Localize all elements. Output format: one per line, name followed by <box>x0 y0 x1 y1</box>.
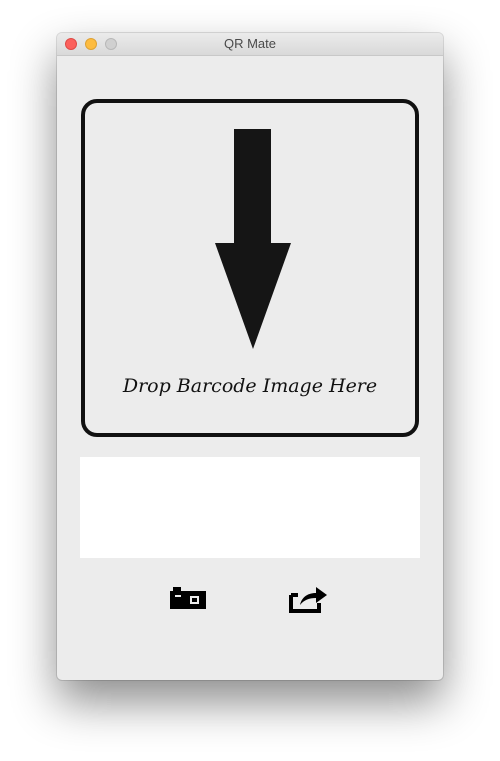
barcode-drop-zone[interactable]: Drop Barcode Image Here <box>81 99 419 437</box>
drop-label: Drop Barcode Image Here <box>122 375 378 397</box>
share-button[interactable] <box>288 583 330 615</box>
result-text-field[interactable] <box>80 457 420 558</box>
minimize-button[interactable] <box>85 38 97 50</box>
camera-icon <box>170 587 206 609</box>
camera-button[interactable] <box>167 583 209 615</box>
zoom-button[interactable] <box>105 38 117 50</box>
title-bar[interactable]: QR Mate <box>57 33 443 56</box>
arrow-down-icon <box>215 129 291 349</box>
share-icon <box>289 587 327 613</box>
app-window: QR Mate Drop Barcode Image Here <box>57 33 443 680</box>
close-button[interactable] <box>65 38 77 50</box>
